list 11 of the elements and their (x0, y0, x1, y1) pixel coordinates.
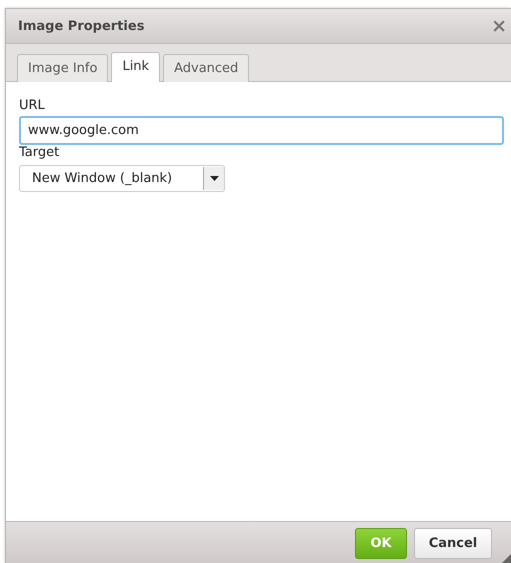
tab[interactable]: Link (111, 52, 160, 82)
tab[interactable]: Image Info (17, 54, 108, 82)
window-title: Image Properties (18, 18, 144, 34)
target-dropdown[interactable]: New Window (_blank) (19, 165, 225, 192)
url-field[interactable]: www.google.com (19, 116, 504, 145)
cancel-button[interactable]: Cancel (414, 528, 492, 558)
tab[interactable]: Advanced (163, 54, 250, 82)
dropdown-caret-icon[interactable] (203, 167, 224, 190)
resize-grip-icon[interactable] (501, 554, 511, 563)
url-label: URL (19, 98, 45, 113)
target-label: Target (19, 145, 60, 160)
